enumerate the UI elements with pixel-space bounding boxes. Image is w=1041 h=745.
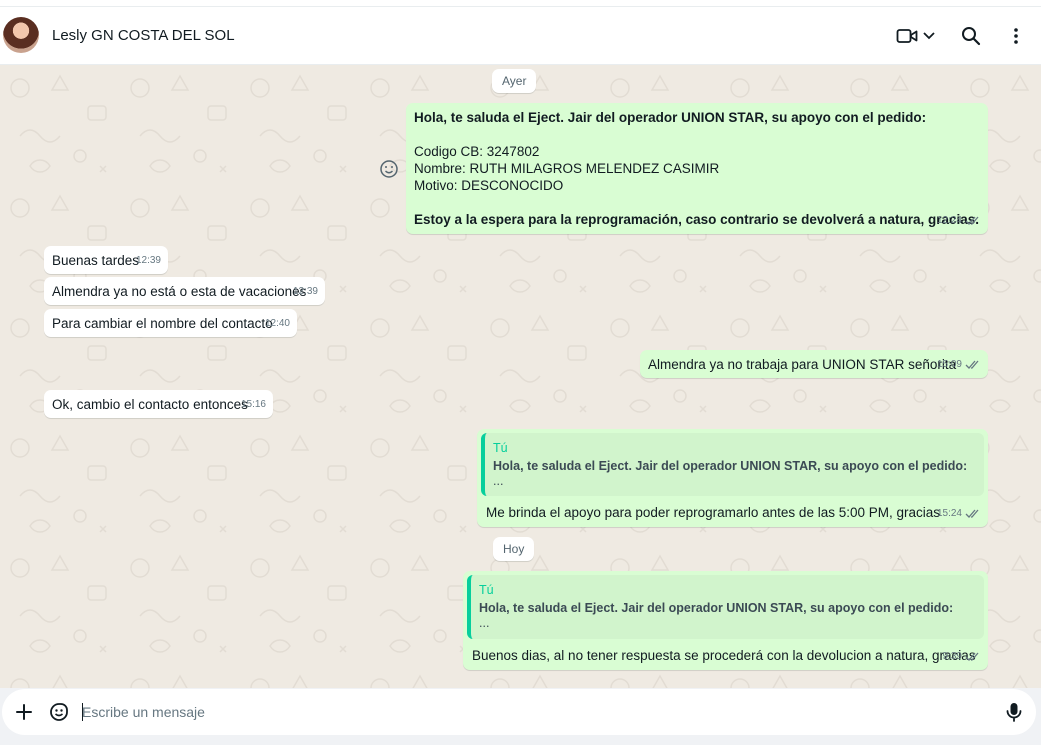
message-text: Para cambiar el nombre del contacto (52, 316, 273, 331)
message-time: 12:39 (135, 255, 161, 266)
message-text: Hola, te saluda el Eject. Jair del opera… (414, 110, 927, 125)
message-text: Nombre: RUTH MILAGROS MELENDEZ CASIMIR (414, 161, 720, 176)
composer-box (2, 689, 1036, 735)
message-text: Almendra ya no trabaja para UNION STAR s… (648, 357, 957, 372)
message-time: 15:09 (936, 359, 962, 370)
message-text: Buenos dias, al no tener respuesta se pr… (472, 648, 976, 663)
message-meta: 12:40 (265, 315, 290, 332)
message-in[interactable]: Almendra ya no está o esta de vacaciones… (44, 277, 325, 305)
quoted-message[interactable]: Tú Hola, te saluda el Eject. Jair del op… (467, 575, 984, 639)
message-in[interactable]: Para cambiar el nombre del contacto 12:4… (44, 309, 297, 337)
message-out[interactable]: Almendra ya no trabaja para UNION STAR s… (640, 350, 988, 378)
message-composer (0, 688, 1041, 745)
message-out[interactable]: Hola, te saluda el Eject. Jair del opera… (406, 103, 988, 234)
menu-dots-icon[interactable] (1003, 23, 1029, 49)
quote-author: Tú (479, 583, 494, 597)
message-time: 9:39 (942, 651, 962, 662)
message-text: Ok, cambio el contacto entonces (52, 397, 248, 412)
message-meta: 15:16 (241, 396, 266, 413)
sticker-icon[interactable] (47, 700, 71, 724)
emoji-react-icon[interactable] (378, 158, 400, 180)
message-text: Motivo: DESCONOCIDO (414, 178, 564, 193)
read-ticks-icon (965, 216, 979, 225)
chat-header: Lesly GN COSTA DEL SOL (0, 7, 1041, 65)
message-meta: 12:39 (293, 283, 318, 300)
message-time: 12:24 (936, 215, 962, 226)
message-time: 15:24 (936, 508, 962, 519)
read-ticks-icon (965, 652, 979, 661)
message-text: Buenas tardes (52, 253, 140, 268)
quote-author: Tú (493, 441, 508, 455)
plus-icon[interactable] (12, 700, 36, 724)
video-call-icon[interactable] (894, 23, 920, 49)
chat-area[interactable]: Ayer Hola, te saluda el Eject. Jair del … (0, 66, 1041, 688)
message-time: 12:39 (292, 286, 318, 297)
message-input[interactable] (82, 701, 962, 723)
search-icon[interactable] (958, 23, 984, 49)
chevron-down-icon[interactable] (918, 23, 940, 49)
avatar[interactable] (3, 17, 39, 53)
message-meta: 9:39 (943, 648, 981, 665)
message-time: 15:16 (240, 399, 266, 410)
message-text: Almendra ya no está o esta de vacaciones (52, 284, 307, 299)
read-ticks-icon (965, 360, 979, 369)
date-chip-hoy: Hoy (493, 537, 535, 561)
message-out-reply[interactable]: Tú Hola, te saluda el Eject. Jair del op… (477, 429, 988, 527)
message-text: Estoy a la espera para la reprogramación… (414, 212, 980, 227)
read-ticks-icon (965, 509, 979, 518)
date-chip-ayer: Ayer (492, 69, 537, 93)
quote-text: Hola, te saluda el Eject. Jair del opera… (479, 601, 954, 615)
window-top-strip (0, 0, 1041, 7)
message-meta: 12:24 (937, 212, 981, 229)
message-meta: 12:39 (136, 252, 161, 269)
message-out-reply[interactable]: Tú Hola, te saluda el Eject. Jair del op… (463, 571, 988, 670)
quote-text: Hola, te saluda el Eject. Jair del opera… (493, 459, 968, 473)
message-meta: 15:09 (937, 356, 981, 373)
microphone-icon[interactable] (1002, 700, 1026, 724)
contact-name[interactable]: Lesly GN COSTA DEL SOL (52, 27, 235, 44)
quoted-message[interactable]: Tú Hola, te saluda el Eject. Jair del op… (481, 433, 984, 496)
message-meta: 15:24 (937, 505, 981, 522)
message-text: Codigo CB: 3247802 (414, 144, 540, 159)
message-text: Me brinda el apoyo para poder reprograma… (486, 505, 941, 520)
message-in[interactable]: Buenas tardes 12:39 (44, 246, 168, 274)
message-time: 12:40 (264, 318, 290, 329)
message-in[interactable]: Ok, cambio el contacto entonces 15:16 (44, 390, 273, 418)
